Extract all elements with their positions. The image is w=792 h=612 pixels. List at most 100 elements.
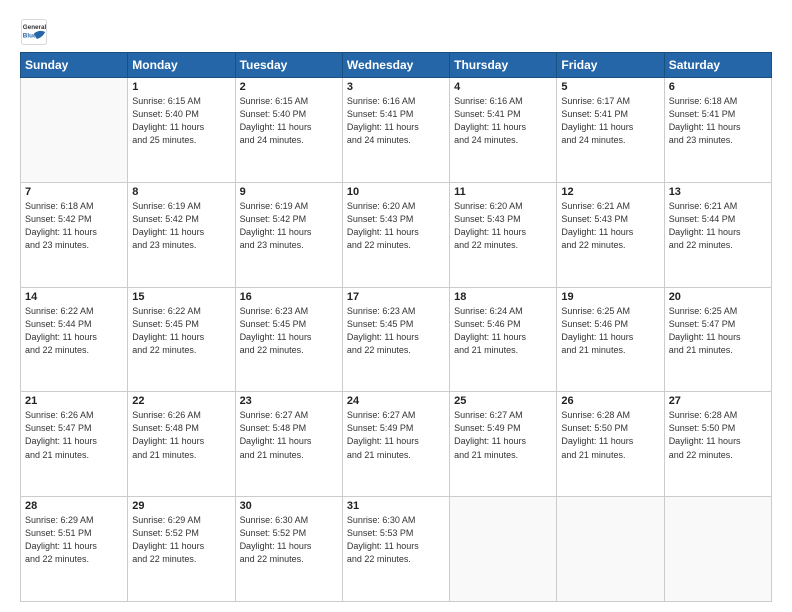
day-info: Sunrise: 6:18 AM Sunset: 5:41 PM Dayligh… xyxy=(669,95,767,147)
weekday-header-friday: Friday xyxy=(557,53,664,78)
calendar-week-row: 14 Sunrise: 6:22 AM Sunset: 5:44 PM Dayli… xyxy=(21,287,772,392)
day-number: 8 xyxy=(132,186,230,198)
calendar-week-row: 7 Sunrise: 6:18 AM Sunset: 5:42 PM Daylig… xyxy=(21,182,772,287)
day-info: Sunrise: 6:15 AM Sunset: 5:40 PM Dayligh… xyxy=(132,95,230,147)
calendar-cell: 23Sunrise: 6:27 AM Sunset: 5:48 PM Dayli… xyxy=(235,392,342,497)
day-info: Sunrise: 6:20 AM Sunset: 5:43 PM Dayligh… xyxy=(454,200,552,252)
day-info: Sunrise: 6:15 AM Sunset: 5:40 PM Dayligh… xyxy=(240,95,338,147)
calendar-cell: 15 Sunrise: 6:22 AM Sunset: 5:45 PM Dayli… xyxy=(128,287,235,392)
calendar-cell: 12Sunrise: 6:21 AM Sunset: 5:43 PM Dayli… xyxy=(557,182,664,287)
calendar-cell: 4 Sunrise: 6:16 AM Sunset: 5:41 PM Daylig… xyxy=(450,78,557,183)
day-number: 22 xyxy=(132,395,230,407)
weekday-header-thursday: Thursday xyxy=(450,53,557,78)
calendar-cell: 7 Sunrise: 6:18 AM Sunset: 5:42 PM Daylig… xyxy=(21,182,128,287)
calendar-cell: 18 Sunrise: 6:24 AM Sunset: 5:46 PM Dayli… xyxy=(450,287,557,392)
day-info: Sunrise: 6:26 AM Sunset: 5:48 PM Dayligh… xyxy=(132,409,230,461)
day-number: 1 xyxy=(132,81,230,93)
weekday-header-wednesday: Wednesday xyxy=(342,53,449,78)
weekday-header-monday: Monday xyxy=(128,53,235,78)
calendar-cell: 8 Sunrise: 6:19 AM Sunset: 5:42 PM Daylig… xyxy=(128,182,235,287)
day-info: Sunrise: 6:28 AM Sunset: 5:50 PM Dayligh… xyxy=(561,409,659,461)
calendar-cell: 10 Sunrise: 6:20 AM Sunset: 5:43 PM Dayli… xyxy=(342,182,449,287)
day-number: 4 xyxy=(454,81,552,93)
day-number: 20 xyxy=(669,291,767,303)
day-number: 10 xyxy=(347,186,445,198)
svg-text:General: General xyxy=(23,24,47,31)
day-info: Sunrise: 6:28 AM Sunset: 5:50 PM Dayligh… xyxy=(669,409,767,461)
day-info: Sunrise: 6:16 AM Sunset: 5:41 PM Dayligh… xyxy=(454,95,552,147)
calendar-cell xyxy=(21,78,128,183)
logo-icon: General Blue xyxy=(20,18,48,46)
day-info: Sunrise: 6:27 AM Sunset: 5:49 PM Dayligh… xyxy=(454,409,552,461)
calendar-cell: 2 Sunrise: 6:15 AM Sunset: 5:40 PM Daylig… xyxy=(235,78,342,183)
day-number: 18 xyxy=(454,291,552,303)
day-info: Sunrise: 6:25 AM Sunset: 5:47 PM Dayligh… xyxy=(669,305,767,357)
calendar-cell: 29 Sunrise: 6:29 AM Sunset: 5:52 PM Dayli… xyxy=(128,497,235,602)
calendar-cell: 21 Sunrise: 6:26 AM Sunset: 5:47 PM Dayli… xyxy=(21,392,128,497)
day-number: 16 xyxy=(240,291,338,303)
calendar-cell: 28 Sunrise: 6:29 AM Sunset: 5:51 PM Dayli… xyxy=(21,497,128,602)
day-info: Sunrise: 6:19 AM Sunset: 5:42 PM Dayligh… xyxy=(132,200,230,252)
svg-text:Blue: Blue xyxy=(23,33,37,40)
day-info: Sunrise: 6:24 AM Sunset: 5:46 PM Dayligh… xyxy=(454,305,552,357)
day-number: 27 xyxy=(669,395,767,407)
calendar-cell: 30Sunrise: 6:30 AM Sunset: 5:52 PM Dayli… xyxy=(235,497,342,602)
weekday-header-saturday: Saturday xyxy=(664,53,771,78)
calendar-week-row: 1 Sunrise: 6:15 AM Sunset: 5:40 PM Daylig… xyxy=(21,78,772,183)
day-number: 14 xyxy=(25,291,123,303)
day-info: Sunrise: 6:18 AM Sunset: 5:42 PM Dayligh… xyxy=(25,200,123,252)
day-number: 29 xyxy=(132,500,230,512)
calendar-cell: 1 Sunrise: 6:15 AM Sunset: 5:40 PM Daylig… xyxy=(128,78,235,183)
day-number: 3 xyxy=(347,81,445,93)
day-number: 17 xyxy=(347,291,445,303)
day-info: Sunrise: 6:21 AM Sunset: 5:44 PM Dayligh… xyxy=(669,200,767,252)
calendar-cell: 19Sunrise: 6:25 AM Sunset: 5:46 PM Dayli… xyxy=(557,287,664,392)
calendar-cell: 11Sunrise: 6:20 AM Sunset: 5:43 PM Dayli… xyxy=(450,182,557,287)
day-number: 25 xyxy=(454,395,552,407)
day-info: Sunrise: 6:29 AM Sunset: 5:51 PM Dayligh… xyxy=(25,514,123,566)
day-info: Sunrise: 6:17 AM Sunset: 5:41 PM Dayligh… xyxy=(561,95,659,147)
day-number: 13 xyxy=(669,186,767,198)
day-info: Sunrise: 6:23 AM Sunset: 5:45 PM Dayligh… xyxy=(240,305,338,357)
day-info: Sunrise: 6:29 AM Sunset: 5:52 PM Dayligh… xyxy=(132,514,230,566)
day-info: Sunrise: 6:26 AM Sunset: 5:47 PM Dayligh… xyxy=(25,409,123,461)
day-info: Sunrise: 6:23 AM Sunset: 5:45 PM Dayligh… xyxy=(347,305,445,357)
calendar-cell: 27 Sunrise: 6:28 AM Sunset: 5:50 PM Dayli… xyxy=(664,392,771,497)
day-number: 31 xyxy=(347,500,445,512)
calendar-cell xyxy=(450,497,557,602)
calendar-cell: 6 Sunrise: 6:18 AM Sunset: 5:41 PM Daylig… xyxy=(664,78,771,183)
day-info: Sunrise: 6:19 AM Sunset: 5:42 PM Dayligh… xyxy=(240,200,338,252)
calendar-cell: 14 Sunrise: 6:22 AM Sunset: 5:44 PM Dayli… xyxy=(21,287,128,392)
day-number: 28 xyxy=(25,500,123,512)
day-info: Sunrise: 6:16 AM Sunset: 5:41 PM Dayligh… xyxy=(347,95,445,147)
calendar-cell: 25 Sunrise: 6:27 AM Sunset: 5:49 PM Dayli… xyxy=(450,392,557,497)
calendar-cell: 16 Sunrise: 6:23 AM Sunset: 5:45 PM Dayli… xyxy=(235,287,342,392)
calendar-cell: 13 Sunrise: 6:21 AM Sunset: 5:44 PM Dayli… xyxy=(664,182,771,287)
calendar-cell xyxy=(557,497,664,602)
logo: General Blue xyxy=(20,18,52,46)
calendar-table: SundayMondayTuesdayWednesdayThursdayFrid… xyxy=(20,52,772,602)
day-info: Sunrise: 6:21 AM Sunset: 5:43 PM Dayligh… xyxy=(561,200,659,252)
day-number: 2 xyxy=(240,81,338,93)
day-info: Sunrise: 6:30 AM Sunset: 5:52 PM Dayligh… xyxy=(240,514,338,566)
calendar-cell: 31Sunrise: 6:30 AM Sunset: 5:53 PM Dayli… xyxy=(342,497,449,602)
weekday-header-sunday: Sunday xyxy=(21,53,128,78)
day-number: 5 xyxy=(561,81,659,93)
day-info: Sunrise: 6:27 AM Sunset: 5:48 PM Dayligh… xyxy=(240,409,338,461)
page: General Blue SundayMondayTuesdayWednesda… xyxy=(0,0,792,612)
day-number: 15 xyxy=(132,291,230,303)
day-info: Sunrise: 6:22 AM Sunset: 5:44 PM Dayligh… xyxy=(25,305,123,357)
day-info: Sunrise: 6:20 AM Sunset: 5:43 PM Dayligh… xyxy=(347,200,445,252)
day-number: 6 xyxy=(669,81,767,93)
weekday-header-tuesday: Tuesday xyxy=(235,53,342,78)
calendar-cell: 17 Sunrise: 6:23 AM Sunset: 5:45 PM Dayli… xyxy=(342,287,449,392)
calendar-cell: 22 Sunrise: 6:26 AM Sunset: 5:48 PM Dayli… xyxy=(128,392,235,497)
day-number: 24 xyxy=(347,395,445,407)
day-number: 21 xyxy=(25,395,123,407)
day-number: 9 xyxy=(240,186,338,198)
calendar-cell: 24Sunrise: 6:27 AM Sunset: 5:49 PM Dayli… xyxy=(342,392,449,497)
calendar-cell: 9 Sunrise: 6:19 AM Sunset: 5:42 PM Daylig… xyxy=(235,182,342,287)
day-number: 7 xyxy=(25,186,123,198)
day-info: Sunrise: 6:25 AM Sunset: 5:46 PM Dayligh… xyxy=(561,305,659,357)
day-info: Sunrise: 6:22 AM Sunset: 5:45 PM Dayligh… xyxy=(132,305,230,357)
